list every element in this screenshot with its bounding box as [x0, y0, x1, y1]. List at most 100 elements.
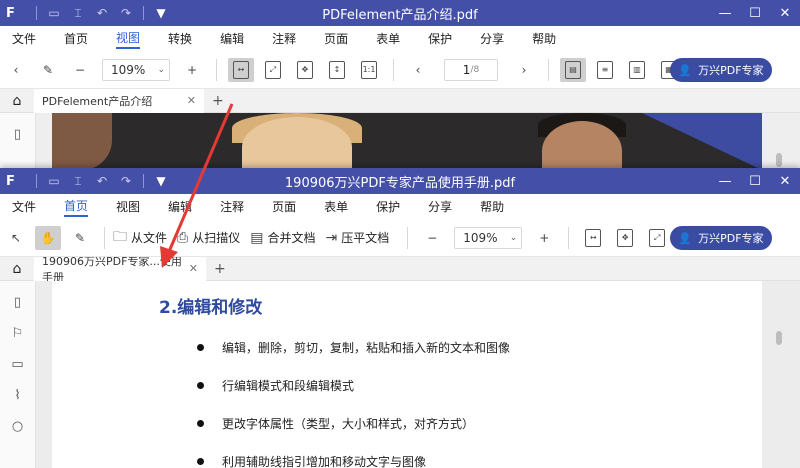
new-tab-icon[interactable]: + — [212, 93, 224, 109]
scrollbar-thumb[interactable] — [776, 153, 782, 167]
document-page: 2.编辑和修改 编辑，删除，剪切，复制，粘贴和插入新的文本和图像 行编辑模式和段… — [52, 281, 762, 468]
close-icon[interactable]: ✕ — [770, 168, 800, 194]
redo-icon[interactable]: ↷ — [115, 6, 137, 20]
hand-tool-icon[interactable]: ✋ — [35, 225, 61, 250]
zoom-in-icon[interactable]: + — [531, 226, 557, 250]
customize-dropdown-icon[interactable]: ▼ — [150, 174, 172, 188]
fit-width-icon[interactable]: ↔ — [580, 226, 606, 250]
fit-icon[interactable]: ⌶ — [67, 174, 89, 189]
home-icon[interactable]: ⌂ — [0, 93, 34, 109]
continuous-page-icon[interactable]: ≡ — [592, 58, 618, 82]
minimize-icon[interactable]: — — [710, 168, 740, 194]
undo-icon[interactable]: ↶ — [91, 6, 113, 20]
from-file-label: 从文件 — [131, 231, 168, 245]
redo-icon[interactable]: ↷ — [115, 174, 137, 188]
from-file-button[interactable]: 🗀 从文件 — [113, 226, 167, 250]
comment-icon[interactable]: ▭ — [11, 357, 23, 372]
menu-form[interactable]: 表单 — [376, 30, 400, 47]
menu-share[interactable]: 分享 — [480, 30, 504, 47]
thumbnail-icon[interactable]: ▯ — [14, 127, 21, 142]
undo-icon[interactable]: ↶ — [91, 174, 113, 188]
edit-pen-icon[interactable]: ✎ — [35, 58, 61, 82]
menu-protect[interactable]: 保护 — [428, 30, 452, 47]
close-tab-icon[interactable]: ✕ — [187, 94, 196, 107]
save-icon[interactable]: ▭ — [43, 174, 65, 188]
close-icon[interactable]: ✕ — [770, 0, 800, 26]
divider — [216, 58, 217, 81]
prev-page-icon[interactable]: ‹ — [405, 58, 431, 82]
chevron-down-icon: ⌄ — [157, 64, 165, 75]
from-scanner-label: 从扫描仪 — [192, 231, 241, 245]
menu-comment[interactable]: 注释 — [272, 30, 296, 47]
brand-button[interactable]: 👤 万兴PDF专家 — [670, 58, 772, 82]
divider — [36, 174, 37, 188]
document-tab[interactable]: PDFelement产品介绍 ✕ — [34, 88, 204, 113]
actual-size-icon[interactable]: 1:1 — [356, 58, 382, 82]
view-toolbar: ‹ ✎ − 109% ⌄ + ↔ ⤢ ✥ ↕ 1:1 ‹ 1/8 › ▤ ≡ ▥ … — [0, 51, 800, 89]
flatten-button[interactable]: ⇥ 压平文档 — [325, 229, 389, 246]
document-tab[interactable]: 190906万兴PDF专家...使用手册 ✕ — [34, 255, 206, 284]
next-page-icon[interactable]: › — [511, 58, 537, 82]
select-cursor-icon[interactable]: ↖ — [3, 226, 29, 250]
home-icon[interactable]: ⌂ — [0, 261, 34, 277]
zoom-select[interactable]: 109% ⌄ — [454, 226, 523, 249]
menu-help[interactable]: 帮助 — [532, 30, 556, 47]
menu-view[interactable]: 视图 — [116, 198, 140, 215]
fit-page-icon[interactable]: ⤢ — [644, 226, 670, 250]
attachment-icon[interactable]: ⌇ — [14, 388, 20, 403]
new-tab-icon[interactable]: + — [214, 261, 226, 277]
merge-button[interactable]: ▤ 合并文档 — [250, 229, 315, 246]
fit-icon[interactable]: ⌶ — [67, 6, 89, 21]
scrollbar-thumb[interactable] — [776, 331, 782, 345]
zoom-out-icon[interactable]: − — [419, 226, 445, 250]
menu-edit[interactable]: 编辑 — [168, 198, 192, 215]
page-number-input[interactable]: 1/8 — [444, 58, 498, 81]
menu-home[interactable]: 首页 — [64, 197, 89, 217]
minimize-icon[interactable]: — — [710, 0, 740, 26]
zoom-in-icon[interactable]: + — [179, 58, 205, 82]
maximize-icon[interactable]: ☐ — [740, 0, 770, 26]
maximize-icon[interactable]: ☐ — [740, 168, 770, 194]
save-icon[interactable]: ▭ — [43, 6, 65, 20]
customize-dropdown-icon[interactable]: ▼ — [150, 6, 172, 20]
full-screen-icon[interactable]: ✥ — [292, 58, 318, 82]
menu-view[interactable]: 视图 — [116, 29, 141, 49]
title-bar[interactable]: F ▭ ⌶ ↶ ↷ ▼ 190906万兴PDF专家产品使用手册.pdf — ☐ … — [0, 168, 800, 194]
zoom-out-icon[interactable]: − — [67, 58, 93, 82]
page-current: 1 — [462, 62, 471, 77]
zoom-select[interactable]: 109% ⌄ — [102, 58, 170, 81]
two-page-icon[interactable]: ▥ — [624, 58, 650, 82]
full-screen-icon[interactable]: ✥ — [612, 226, 638, 250]
fit-page-icon[interactable]: ⤢ — [260, 58, 286, 82]
menu-home[interactable]: 首页 — [64, 30, 88, 47]
brand-button[interactable]: 👤 万兴PDF专家 — [670, 226, 772, 250]
bookmark-icon[interactable]: ⚐ — [12, 326, 24, 341]
search-icon[interactable]: ○ — [12, 419, 23, 434]
menu-form[interactable]: 表单 — [324, 198, 348, 215]
cover-photo — [52, 113, 762, 170]
close-tab-icon[interactable]: ✕ — [189, 262, 198, 275]
single-page-icon[interactable]: ▤ — [560, 57, 586, 82]
menu-comment[interactable]: 注释 — [220, 198, 244, 215]
chevron-down-icon: ⌄ — [509, 232, 518, 243]
divider — [143, 174, 144, 188]
menu-protect[interactable]: 保护 — [376, 198, 400, 215]
menu-convert[interactable]: 转换 — [168, 30, 192, 47]
thumbnail-icon[interactable]: ▯ — [14, 295, 21, 310]
menu-page[interactable]: 页面 — [324, 30, 348, 47]
menu-share[interactable]: 分享 — [428, 198, 452, 215]
menu-file[interactable]: 文件 — [12, 30, 36, 47]
zoom-value: 109% — [463, 230, 498, 245]
menu-help[interactable]: 帮助 — [480, 198, 504, 215]
list-item-text: 行编辑模式和段编辑模式 — [222, 379, 355, 393]
scroll-left-icon[interactable]: ‹ — [3, 58, 29, 82]
menu-page[interactable]: 页面 — [272, 198, 296, 215]
fit-height-icon[interactable]: ↕ — [324, 58, 350, 82]
from-scanner-button[interactable]: ⎙ 从扫描仪 — [177, 229, 240, 246]
list-item: 更改字体属性（类型，大小和样式，对齐方式） — [197, 415, 474, 432]
menu-file[interactable]: 文件 — [12, 198, 36, 215]
edit-icon[interactable]: ✎ — [67, 226, 93, 250]
menu-edit[interactable]: 编辑 — [220, 30, 244, 47]
title-bar[interactable]: F ▭ ⌶ ↶ ↷ ▼ PDFelement产品介绍.pdf — ☐ ✕ — [0, 0, 800, 26]
fit-width-icon[interactable]: ↔ — [228, 57, 254, 82]
